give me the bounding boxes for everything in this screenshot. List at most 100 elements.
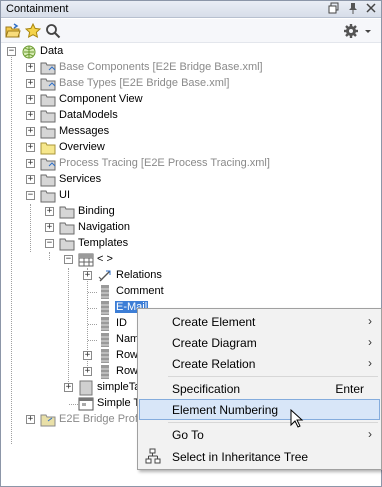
menu-item-select-in-inheritance-tree[interactable]: Select in Inheritance Tree [139,446,380,467]
expand-toggle[interactable]: + [26,111,35,120]
tree-node-comment[interactable]: Comment [1,284,381,300]
tree-node-label: Base Components [E2E Bridge Base.xml] [59,61,263,73]
expand-toggle[interactable]: + [26,127,35,136]
menu-item-create-diagram[interactable]: Create Diagram › [139,332,380,353]
menu-item-element-numbering[interactable]: Element Numbering [139,399,380,420]
menu-shortcut: Enter [335,382,364,396]
diagram-icon [78,396,94,412]
panel-title: Containment [6,3,69,15]
pin-icon[interactable] [346,2,360,16]
collapse-toggle[interactable]: − [45,239,54,248]
package-icon [40,60,56,76]
attribute-icon [97,284,113,300]
expand-toggle[interactable]: + [26,415,35,424]
menu-item-go-to[interactable]: Go To › [139,424,380,445]
package-icon [40,76,56,92]
attribute-icon [97,348,113,364]
tree-node-label: Relations [116,269,162,281]
tree-node-process-tracing[interactable]: + Process Tracing [E2E Process Tracing.x… [1,156,381,172]
menu-item-create-relation[interactable]: Create Relation › [139,353,380,374]
tree-node-messages[interactable]: + Messages [1,124,381,140]
profile-icon [40,412,56,428]
tree-node-label: Binding [78,205,115,217]
chevron-down-icon[interactable] [363,23,373,39]
expand-toggle[interactable]: + [26,143,35,152]
expand-toggle[interactable]: + [26,79,35,88]
package-icon [40,124,56,140]
collapse-toggle[interactable]: − [26,191,35,200]
open-folder-icon[interactable] [5,23,21,39]
panel-toolbar [1,19,381,43]
expand-toggle[interactable]: + [26,63,35,72]
tree-node-overview[interactable]: + Overview [1,140,381,156]
expand-toggle[interactable]: + [26,95,35,104]
close-icon[interactable] [364,2,378,16]
package-icon [40,172,56,188]
attribute-icon [97,364,113,380]
menu-item-label: Create Diagram [172,336,257,350]
tree-node-template-element[interactable]: − < > [1,252,381,268]
tree-node-label: Row [116,349,139,361]
tree-node-base-types[interactable]: + Base Types [E2E Bridge Base.xml] [1,76,381,92]
package-icon [59,220,75,236]
menu-item-label: Go To [172,428,204,442]
tree-node-ui[interactable]: − UI [1,188,381,204]
collapse-toggle[interactable]: − [7,47,16,56]
tree-node-data[interactable]: − Data [1,44,381,60]
tree-node-relations[interactable]: + Relations [1,268,381,284]
gear-icon[interactable] [343,23,359,39]
menu-item-label: Element Numbering [172,403,279,417]
expand-toggle[interactable]: + [64,383,73,392]
expand-toggle[interactable]: + [83,271,92,280]
package-icon [40,92,56,108]
menu-item-label: Create Element [172,315,256,329]
tree-node-navigation[interactable]: + Navigation [1,220,381,236]
chevron-right-icon: › [368,335,372,349]
tree-node-label: simpleTa [97,381,141,393]
tree-node-label: Component View [59,93,143,105]
tree-node-base-components[interactable]: + Base Components [E2E Bridge Base.xml] [1,60,381,76]
expand-toggle[interactable]: + [45,207,54,216]
tree-node-label: Row [116,365,139,377]
table-icon [78,252,94,268]
package-icon [40,108,56,124]
menu-item-label: Specification [172,382,241,396]
restore-icon[interactable] [327,2,341,16]
expand-toggle[interactable]: + [45,223,54,232]
tree-node-component-view[interactable]: + Component View [1,92,381,108]
attribute-icon [97,332,113,348]
tree-node-label: Comment [116,285,164,297]
menu-separator [168,376,378,377]
tree-node-label: DataModels [59,109,118,121]
model-icon [21,44,37,60]
expand-toggle[interactable]: + [83,367,92,376]
menu-item-label: Create Relation [172,357,256,371]
relations-icon [97,268,113,284]
menu-item-create-element[interactable]: Create Element › [139,311,380,332]
tree-node-label: Data [40,45,64,57]
tree-node-label: ID [116,317,127,329]
attribute-icon [97,316,113,332]
mouse-cursor-icon [290,408,304,429]
expand-toggle[interactable]: + [83,351,92,360]
tree-node-label: Process Tracing [E2E Process Tracing.xml… [59,157,270,169]
tree-node-services[interactable]: + Services [1,172,381,188]
chevron-right-icon: › [368,314,372,328]
menu-item-specification[interactable]: Specification Enter [139,378,380,399]
package-icon [59,204,75,220]
expand-toggle[interactable]: + [26,175,35,184]
attribute-icon [97,300,113,316]
package-icon [59,236,75,252]
collapse-toggle[interactable]: − [64,255,73,264]
star-icon[interactable] [24,22,42,39]
search-icon[interactable] [45,23,61,39]
tree-node-binding[interactable]: + Binding [1,204,381,220]
expand-toggle[interactable]: + [26,159,35,168]
component-icon [78,380,94,396]
context-menu: Create Element › Create Diagram › Create… [137,308,382,470]
tree-node-datamodels[interactable]: + DataModels [1,108,381,124]
menu-separator [168,422,378,423]
tree-node-label: Templates [78,237,129,249]
tree-node-templates[interactable]: − Templates [1,236,381,252]
tree-node-label: Nam [116,333,140,345]
